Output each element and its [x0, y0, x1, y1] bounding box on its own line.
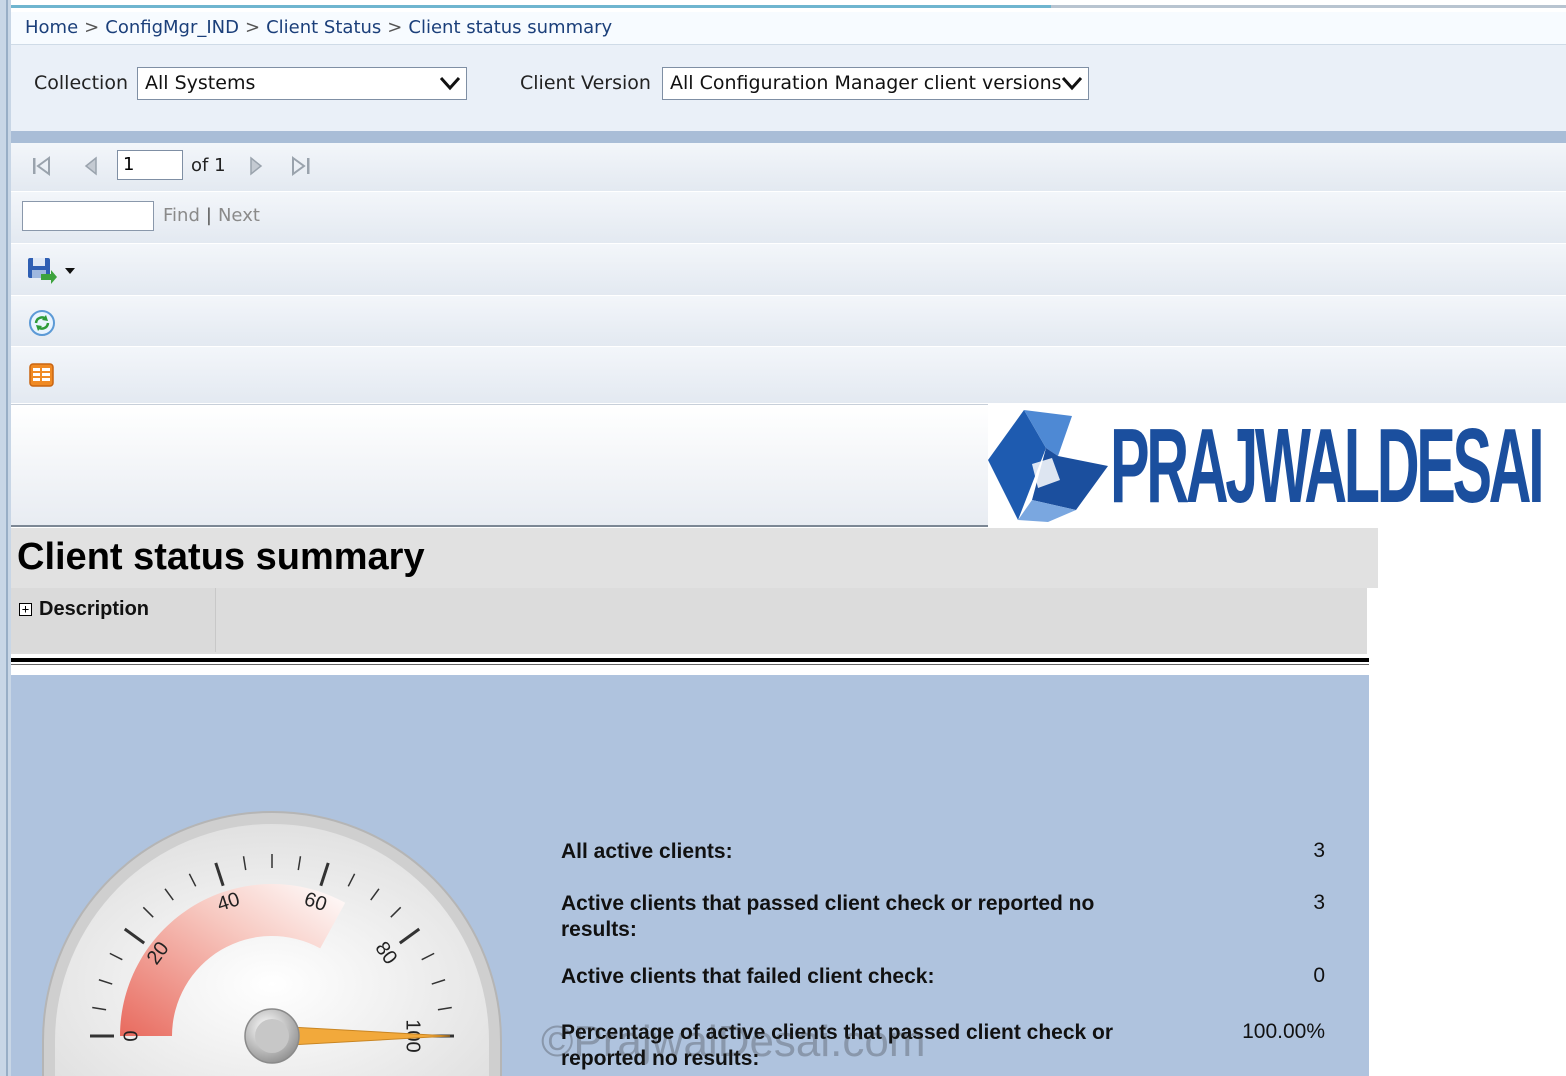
stat-value-active-clients: 3 [1313, 839, 1325, 862]
report-parameters: Collection All Systems Client Version Al… [11, 45, 1566, 131]
collection-select[interactable]: All Systems [137, 67, 467, 100]
export-toolbar [11, 244, 1566, 296]
client-version-select-value: All Configuration Manager client version… [670, 72, 1062, 94]
parameters-divider [11, 131, 1566, 143]
top-strip [11, 0, 1566, 9]
stat-value-failed-check: 0 [1313, 964, 1325, 987]
report-header: Client status summary [11, 528, 1378, 588]
refresh-icon[interactable] [27, 308, 57, 338]
page-number-input[interactable]: 1 [117, 150, 183, 180]
refresh-toolbar [11, 296, 1566, 347]
page-count: of 1 [191, 155, 226, 176]
report-banner [11, 404, 989, 527]
dropdown-arrow-icon [65, 268, 75, 274]
breadcrumb: Home > ConfigMgr_IND > Client Status > Client … [11, 12, 1566, 45]
description-cell: + Description [11, 588, 216, 652]
breadcrumb-site[interactable]: ConfigMgr_IND [105, 17, 239, 38]
breadcrumb-current[interactable]: Client status summary [408, 17, 612, 38]
stat-value-passed-check: 3 [1313, 891, 1325, 914]
last-page-icon[interactable] [290, 156, 312, 176]
breadcrumb-separator: > [84, 17, 100, 38]
left-border [0, 0, 11, 1076]
gauge-hub-inner [255, 1019, 289, 1053]
next-link[interactable]: Next [218, 205, 260, 226]
description-label[interactable]: Description [39, 598, 149, 621]
previous-page-icon[interactable] [83, 156, 99, 176]
report-body: 020406080100 All active clients: 3 Activ… [11, 675, 1369, 1076]
page-number-value: 1 [123, 154, 135, 175]
next-page-icon[interactable] [248, 156, 264, 176]
breadcrumb-separator: > [245, 17, 261, 38]
first-page-icon[interactable] [31, 156, 53, 176]
stat-value-percentage-passed: 100.00% [1242, 1020, 1325, 1043]
stat-label-failed-check: Active clients that failed client check: [561, 965, 935, 988]
expand-description-toggle[interactable]: + [19, 603, 32, 616]
divider-line-thin [11, 664, 1369, 665]
logo-mark-icon [988, 410, 1108, 522]
client-version-label: Client Version [520, 72, 651, 94]
find-input[interactable] [22, 201, 154, 231]
collection-select-value: All Systems [145, 72, 256, 94]
chevron-down-icon [1061, 76, 1083, 91]
save-export-icon[interactable] [27, 256, 81, 286]
logo-wordmark: PRAJWALDESAI [1110, 407, 1545, 525]
client-health-gauge: 020406080100 [42, 811, 502, 1076]
site-logo: PRAJWALDESAI [988, 404, 1545, 528]
client-version-select[interactable]: All Configuration Manager client version… [662, 67, 1089, 100]
collection-label: Collection [34, 72, 128, 94]
watermark: ©PrajwalDesai.com [541, 1017, 926, 1066]
breadcrumb-client-status[interactable]: Client Status [266, 17, 381, 38]
divider-line [11, 658, 1369, 662]
breadcrumb-home[interactable]: Home [25, 17, 78, 38]
print-toolbar [11, 347, 1566, 404]
description-row: + Description [11, 588, 1367, 654]
pager-toolbar: 1 of 1 [11, 143, 1566, 192]
stat-label-active-clients: All active clients: [561, 840, 733, 863]
find-toolbar: Find | Next [11, 192, 1566, 244]
print-layout-icon[interactable] [27, 361, 57, 391]
chevron-down-icon [439, 76, 461, 91]
breadcrumb-separator: > [387, 17, 403, 38]
gauge-tick-label: 0 [120, 1030, 142, 1041]
stat-label-passed-check: Active clients that passed client check … [561, 892, 1095, 941]
find-link[interactable]: Find [163, 205, 200, 226]
report-title: Client status summary [17, 536, 425, 578]
find-separator: | [205, 205, 212, 226]
